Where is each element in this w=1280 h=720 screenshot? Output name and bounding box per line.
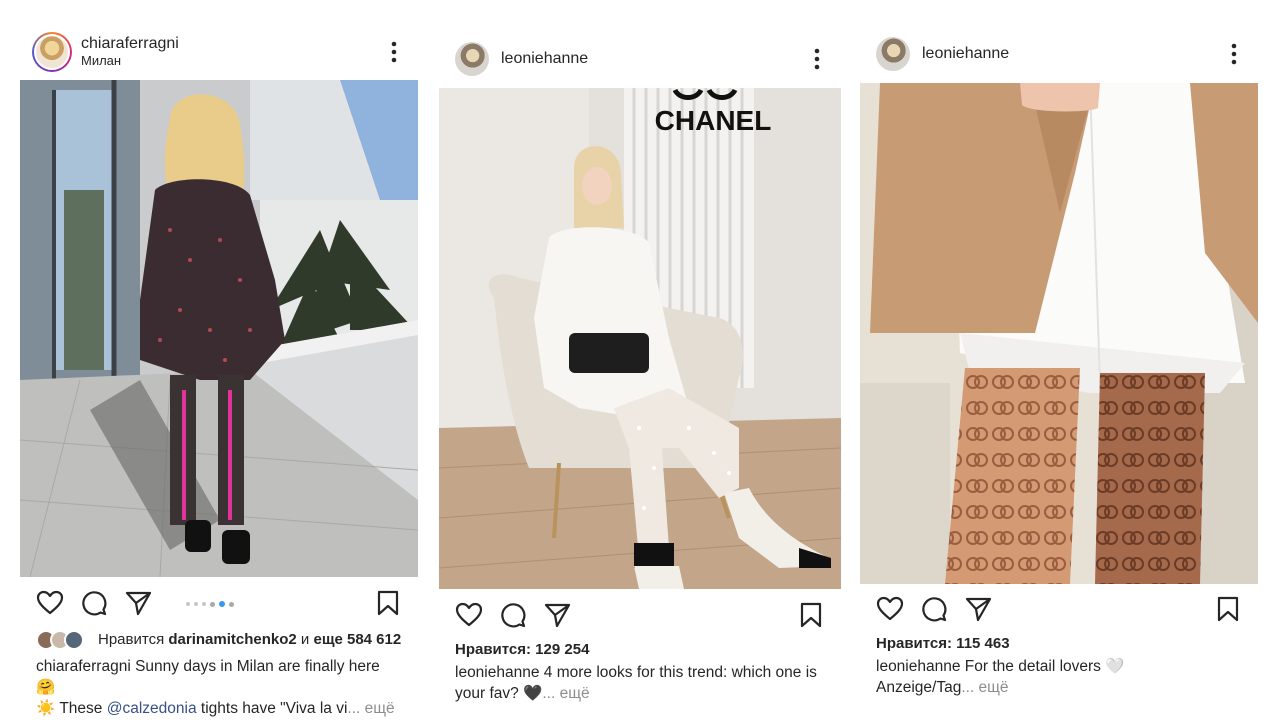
likes-joiner: и <box>300 631 310 648</box>
post-header: chiaraferragni Милан <box>20 30 418 74</box>
likes-count[interactable]: Нравится: 115 463 <box>876 635 1010 653</box>
caption-text: tights have "Viva la vi <box>200 700 348 717</box>
post-header: leoniehanne <box>860 36 1258 72</box>
share-icon[interactable] <box>964 595 992 623</box>
username-link[interactable]: leoniehanne <box>501 50 588 68</box>
likes-label: Нравится: 115 463 <box>876 635 1010 652</box>
more-options-icon[interactable] <box>1230 43 1238 65</box>
likes-count[interactable]: Нравится darinamitchenko2 и еще 584 612 <box>98 631 401 649</box>
post-actions <box>20 589 418 619</box>
post-photo[interactable] <box>860 83 1258 584</box>
carousel-indicator <box>186 601 234 607</box>
liked-by-avatars <box>36 630 84 650</box>
share-icon[interactable] <box>124 589 152 617</box>
avatar[interactable] <box>455 42 489 76</box>
caption-text: For the detail lovers 🤍 <box>964 658 1125 675</box>
post-caption: chiaraferragni Sunny days in Milan are f… <box>36 656 402 719</box>
heart-icon[interactable] <box>455 601 483 629</box>
bookmark-icon[interactable] <box>1214 595 1242 623</box>
likes-label: Нравится: 129 254 <box>455 641 590 658</box>
carousel-dot <box>229 601 234 607</box>
post-actions <box>439 601 841 631</box>
username-link[interactable]: chiaraferragni <box>81 35 179 53</box>
more-options-icon[interactable] <box>390 41 398 63</box>
post-caption: leoniehanne For the detail lovers 🤍 Anze… <box>876 656 1242 698</box>
comment-icon[interactable] <box>80 589 108 617</box>
caption-text: ☀️ These <box>36 700 103 717</box>
bookmark-icon[interactable] <box>797 601 825 629</box>
comment-icon[interactable] <box>920 595 948 623</box>
post-chiaraferragni: chiaraferragni Милан Нравится darinamitc… <box>20 0 418 720</box>
caption-username[interactable]: leoniehanne <box>876 658 960 675</box>
post-header-names: chiaraferragni Милан <box>81 35 179 69</box>
likes-count[interactable]: Нравится: 129 254 <box>455 641 589 659</box>
comment-icon[interactable] <box>499 601 527 629</box>
carousel-dot <box>202 602 206 606</box>
carousel-dot <box>186 602 190 606</box>
post-photo[interactable]: CHANEL <box>439 88 841 589</box>
carousel-dot-active <box>219 601 225 607</box>
post-header-names: leoniehanne <box>501 50 588 68</box>
post-caption: leoniehanne 4 more looks for this trend:… <box>455 662 825 704</box>
more-options-icon[interactable] <box>813 48 821 70</box>
bookmark-icon[interactable] <box>374 589 402 617</box>
carousel-dot <box>210 601 215 607</box>
likes-prefix: Нравится <box>98 631 165 648</box>
caption-more-link[interactable]: ... ещё <box>542 685 589 702</box>
caption-more-link[interactable]: ... ещё <box>961 679 1008 696</box>
post-photo[interactable] <box>20 80 418 577</box>
likes-rest[interactable]: еще 584 612 <box>313 631 401 648</box>
carousel-dot <box>194 602 198 606</box>
caption-mention-link[interactable]: @calzedonia <box>107 700 197 717</box>
caption-username[interactable]: leoniehanne <box>455 664 539 681</box>
location-link[interactable]: Милан <box>81 53 179 69</box>
avatar[interactable] <box>32 32 72 72</box>
liked-by-username[interactable]: darinamitchenko2 <box>168 631 296 648</box>
post-header-names: leoniehanne <box>922 45 1009 63</box>
post-leoniehanne-1: leoniehanne CHANEL Нравится: 129 254 leo… <box>439 0 841 720</box>
heart-icon[interactable] <box>876 595 904 623</box>
post-actions <box>860 595 1258 625</box>
avatar <box>64 630 84 650</box>
caption-text: Anzeige/Tag <box>876 679 962 696</box>
caption-more-link[interactable]: ... ещё <box>347 700 394 717</box>
post-header: leoniehanne <box>439 41 841 77</box>
username-link[interactable]: leoniehanne <box>922 45 1009 63</box>
caption-username[interactable]: chiaraferragni <box>36 658 131 675</box>
heart-icon[interactable] <box>36 589 64 617</box>
post-leoniehanne-2: leoniehanne Нравится: 115 463 leoniehann… <box>860 0 1258 720</box>
photo-brand-text: CHANEL <box>655 105 772 136</box>
share-icon[interactable] <box>543 601 571 629</box>
avatar[interactable] <box>876 37 910 71</box>
